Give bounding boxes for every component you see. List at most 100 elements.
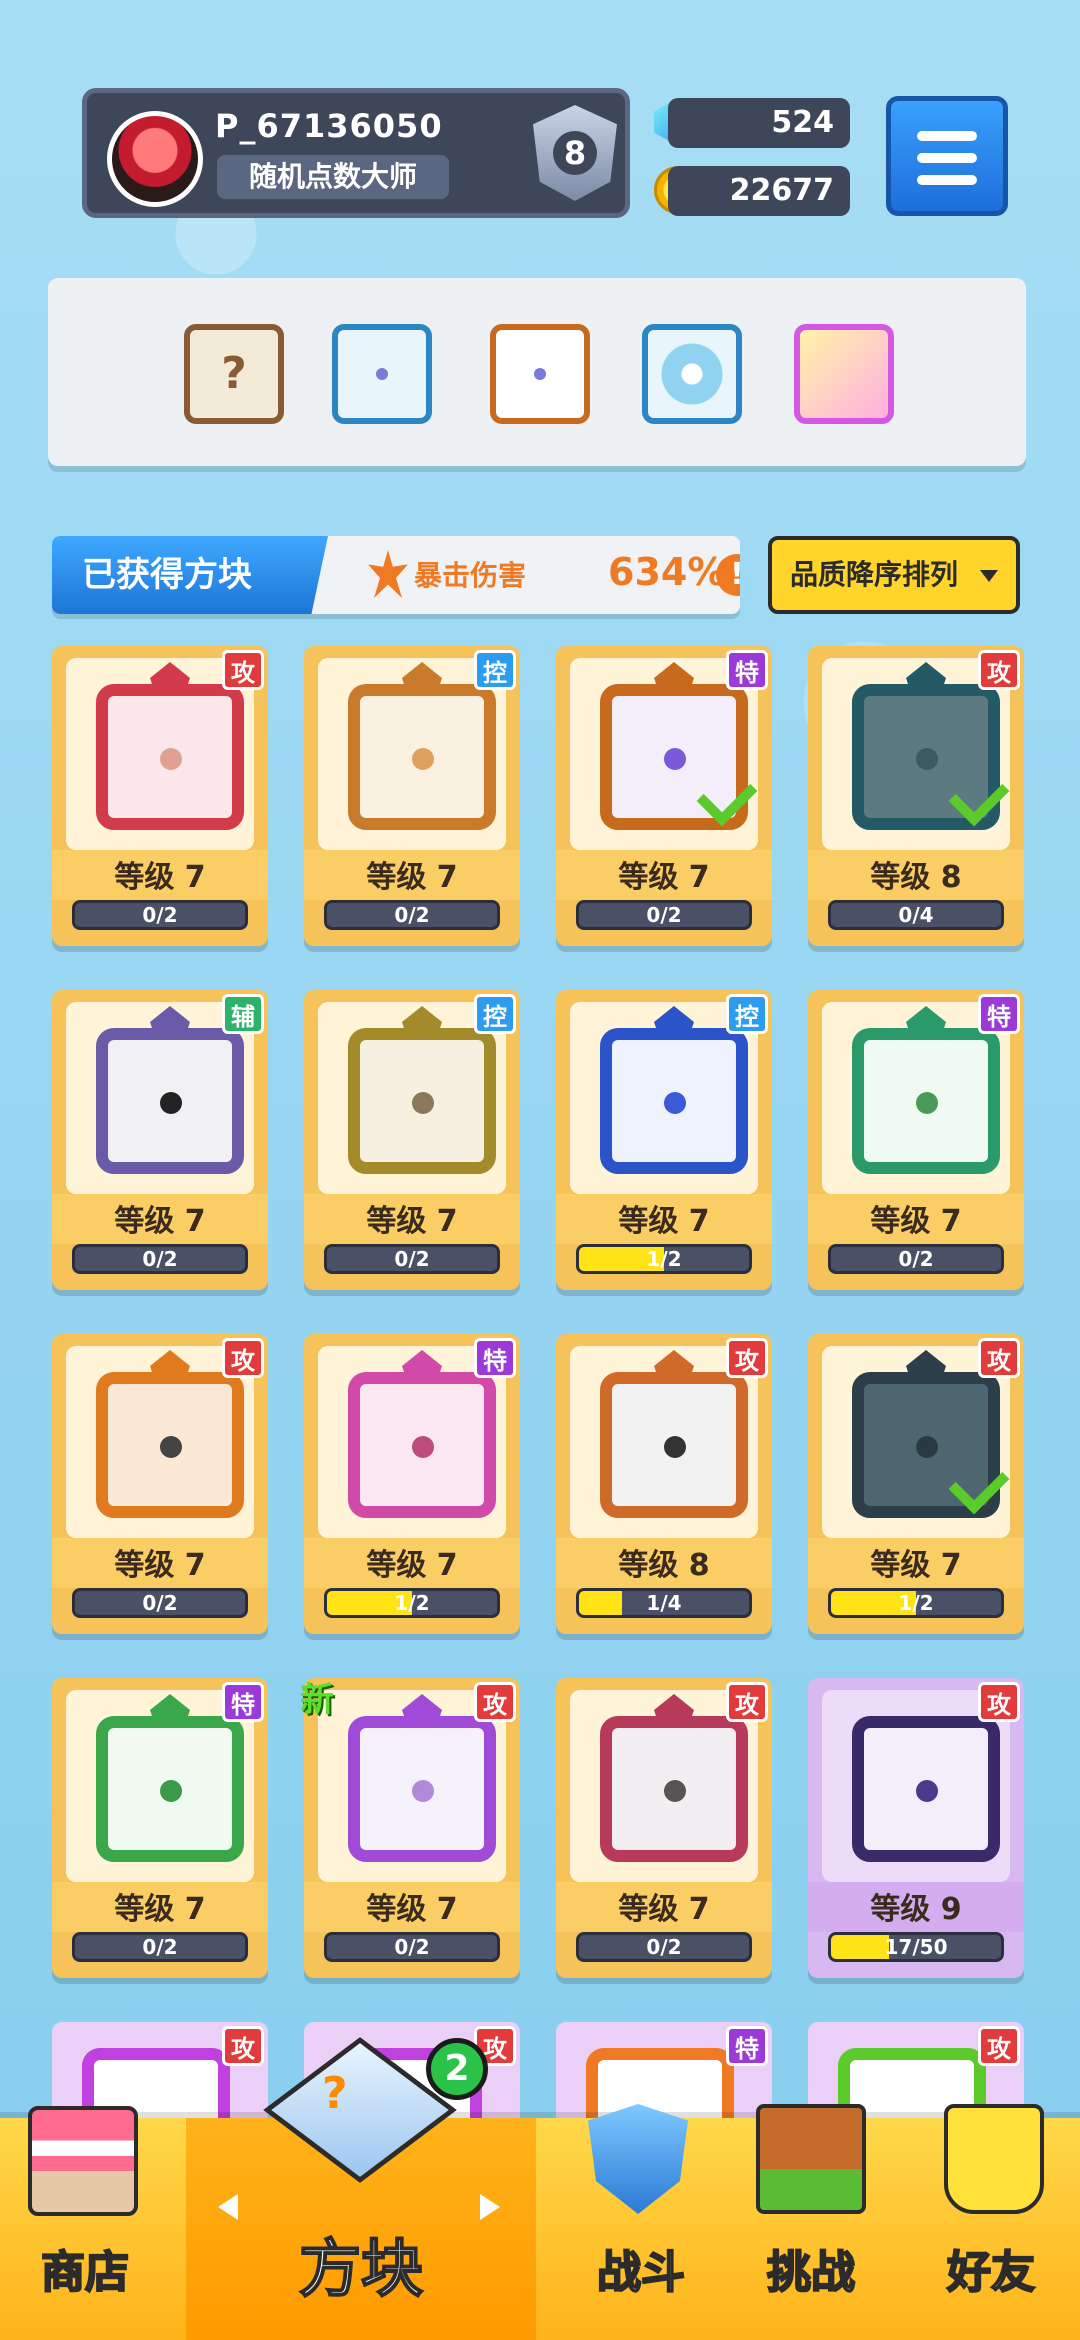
rank-emblem-icon[interactable]: 8 [533, 105, 617, 201]
player-avatar[interactable] [107, 111, 203, 207]
progress-text: 1/2 [898, 1591, 934, 1615]
dropdown-arrow-icon [980, 570, 998, 582]
pip-dot-icon [664, 748, 686, 770]
progress-text: 17/50 [884, 1935, 948, 1959]
equipped-deck: ? [48, 278, 1026, 466]
coin-count[interactable]: 22677 [668, 166, 850, 216]
type-badge: 攻 [726, 1682, 768, 1722]
nav-battle[interactable]: 战斗 [586, 2236, 696, 2300]
menu-button[interactable] [886, 96, 1008, 216]
progress-text: 1/2 [394, 1591, 430, 1615]
type-badge: 特 [726, 650, 768, 690]
block-card[interactable]: 攻等级 8 0/4 [808, 646, 1024, 946]
block-card[interactable]: 控等级 7 1/2 [556, 990, 772, 1290]
card-level: 等级 8 [618, 1548, 710, 1583]
pip-dot-icon [664, 1092, 686, 1114]
card-level: 等级 7 [618, 1204, 710, 1239]
friend-character-icon[interactable] [944, 2104, 1044, 2214]
block-card[interactable]: 特等级 7 0/2 [808, 990, 1024, 1290]
nav-shop-label: 商店 [40, 2246, 130, 2299]
sort-quality-button[interactable]: 品质降序排列 [768, 536, 1020, 614]
nav-friends[interactable]: 好友 [936, 2236, 1046, 2300]
progress-text: 1/4 [646, 1591, 682, 1615]
upgrade-progress-bar: 17/50 [828, 1932, 1004, 1962]
progress-text: 0/2 [394, 1247, 430, 1271]
upgrade-progress-bar: 0/2 [324, 1932, 500, 1962]
progress-text: 0/2 [142, 903, 178, 927]
upgrade-progress-bar: 1/2 [828, 1588, 1004, 1618]
block-card[interactable]: 攻等级 7 1/2 [808, 1334, 1024, 1634]
block-card[interactable]: 攻等级 7 0/2 [52, 646, 268, 946]
type-badge: 攻 [222, 650, 264, 690]
sort-label: 品质降序排列 [790, 558, 959, 591]
block-card[interactable]: 辅等级 7 0/2 [52, 990, 268, 1290]
type-badge: 特 [726, 2026, 768, 2066]
type-badge: 攻 [222, 1338, 264, 1378]
deck-slot-flower[interactable] [794, 324, 894, 424]
block-card[interactable]: 特等级 7 1/2 [304, 1334, 520, 1634]
pip-dot-icon [160, 1092, 182, 1114]
progress-text: 0/2 [142, 1935, 178, 1959]
deck-slot-swirl-dragon[interactable] [642, 324, 742, 424]
next-arrow-icon[interactable] [480, 2194, 500, 2220]
type-badge: 攻 [978, 1682, 1020, 1722]
pip-dot-icon [916, 1436, 938, 1458]
pip-dot-icon [160, 1436, 182, 1458]
type-badge: 攻 [474, 1682, 516, 1722]
shop-icon[interactable] [28, 2106, 138, 2216]
gem-count[interactable]: 524 [668, 98, 850, 148]
block-card[interactable]: 攻等级 8 1/4 [556, 1334, 772, 1634]
menu-icon-line [917, 175, 977, 185]
collection-header: 已获得方块 暴击伤害 634% ! [52, 536, 740, 614]
bottom-nav [0, 2118, 1080, 2340]
progress-text: 1/2 [646, 1247, 682, 1271]
question-mark-icon: ? [322, 2068, 348, 2119]
type-badge: 攻 [978, 2026, 1020, 2066]
type-badge: 控 [474, 994, 516, 1034]
type-badge: 攻 [978, 1338, 1020, 1378]
deck-slot-ice-dragon[interactable] [332, 324, 432, 424]
nav-challenge-label: 挑战 [766, 2246, 856, 2299]
pip-dot-icon [664, 1780, 686, 1802]
menu-icon-line [917, 153, 977, 163]
progress-text: 0/2 [142, 1591, 178, 1615]
block-card[interactable]: 控等级 7 0/2 [304, 990, 520, 1290]
type-badge: 攻 [726, 1338, 768, 1378]
block-card[interactable]: 特等级 7 0/2 [52, 1678, 268, 1978]
nav-battle-label: 战斗 [596, 2246, 686, 2299]
menu-icon-line [917, 131, 977, 141]
pip-dot-icon [916, 1092, 938, 1114]
upgrade-progress-bar: 0/2 [576, 900, 752, 930]
prev-arrow-icon[interactable] [218, 2194, 238, 2220]
block-card[interactable]: 攻等级 9 17/50 [808, 1678, 1024, 1978]
nav-shop[interactable]: 商店 [30, 2236, 140, 2300]
deck-slot-rainbow-dragon[interactable] [490, 324, 590, 424]
progress-text: 0/2 [898, 1247, 934, 1271]
nav-friends-label: 好友 [946, 2246, 1036, 2299]
pip-dot-icon [664, 1436, 686, 1458]
card-level: 等级 7 [114, 1892, 206, 1927]
deck-slot-mystery[interactable]: ? [184, 324, 284, 424]
progress-text: 0/2 [394, 903, 430, 927]
card-level: 等级 7 [114, 1204, 206, 1239]
block-card[interactable]: 攻等级 7 0/2 [556, 1678, 772, 1978]
nav-blocks[interactable]: 方块 [186, 2218, 536, 2308]
block-card[interactable]: 攻等级 7 0/2 [52, 1334, 268, 1634]
type-badge: 攻 [222, 2026, 264, 2066]
challenge-castle-icon[interactable] [756, 2104, 866, 2214]
player-profile-panel[interactable]: P_67136050 随机点数大师 8 [82, 88, 630, 218]
card-level: 等级 7 [366, 1892, 458, 1927]
pip-dot-icon [916, 748, 938, 770]
block-card[interactable]: 控等级 7 0/2 [304, 646, 520, 946]
block-card[interactable]: 攻等级 7 0/2 [304, 1678, 520, 1978]
card-level: 等级 7 [114, 860, 206, 895]
pip-dot-icon [412, 1780, 434, 1802]
collection-title: 已获得方块 [52, 536, 328, 614]
upgrade-progress-bar: 1/2 [576, 1244, 752, 1274]
nav-challenge[interactable]: 挑战 [756, 2236, 866, 2300]
upgrade-progress-bar: 0/2 [576, 1932, 752, 1962]
block-card[interactable]: 特等级 7 0/2 [556, 646, 772, 946]
type-badge: 特 [474, 1338, 516, 1378]
progress-text: 0/2 [394, 1935, 430, 1959]
card-level: 等级 7 [366, 1204, 458, 1239]
